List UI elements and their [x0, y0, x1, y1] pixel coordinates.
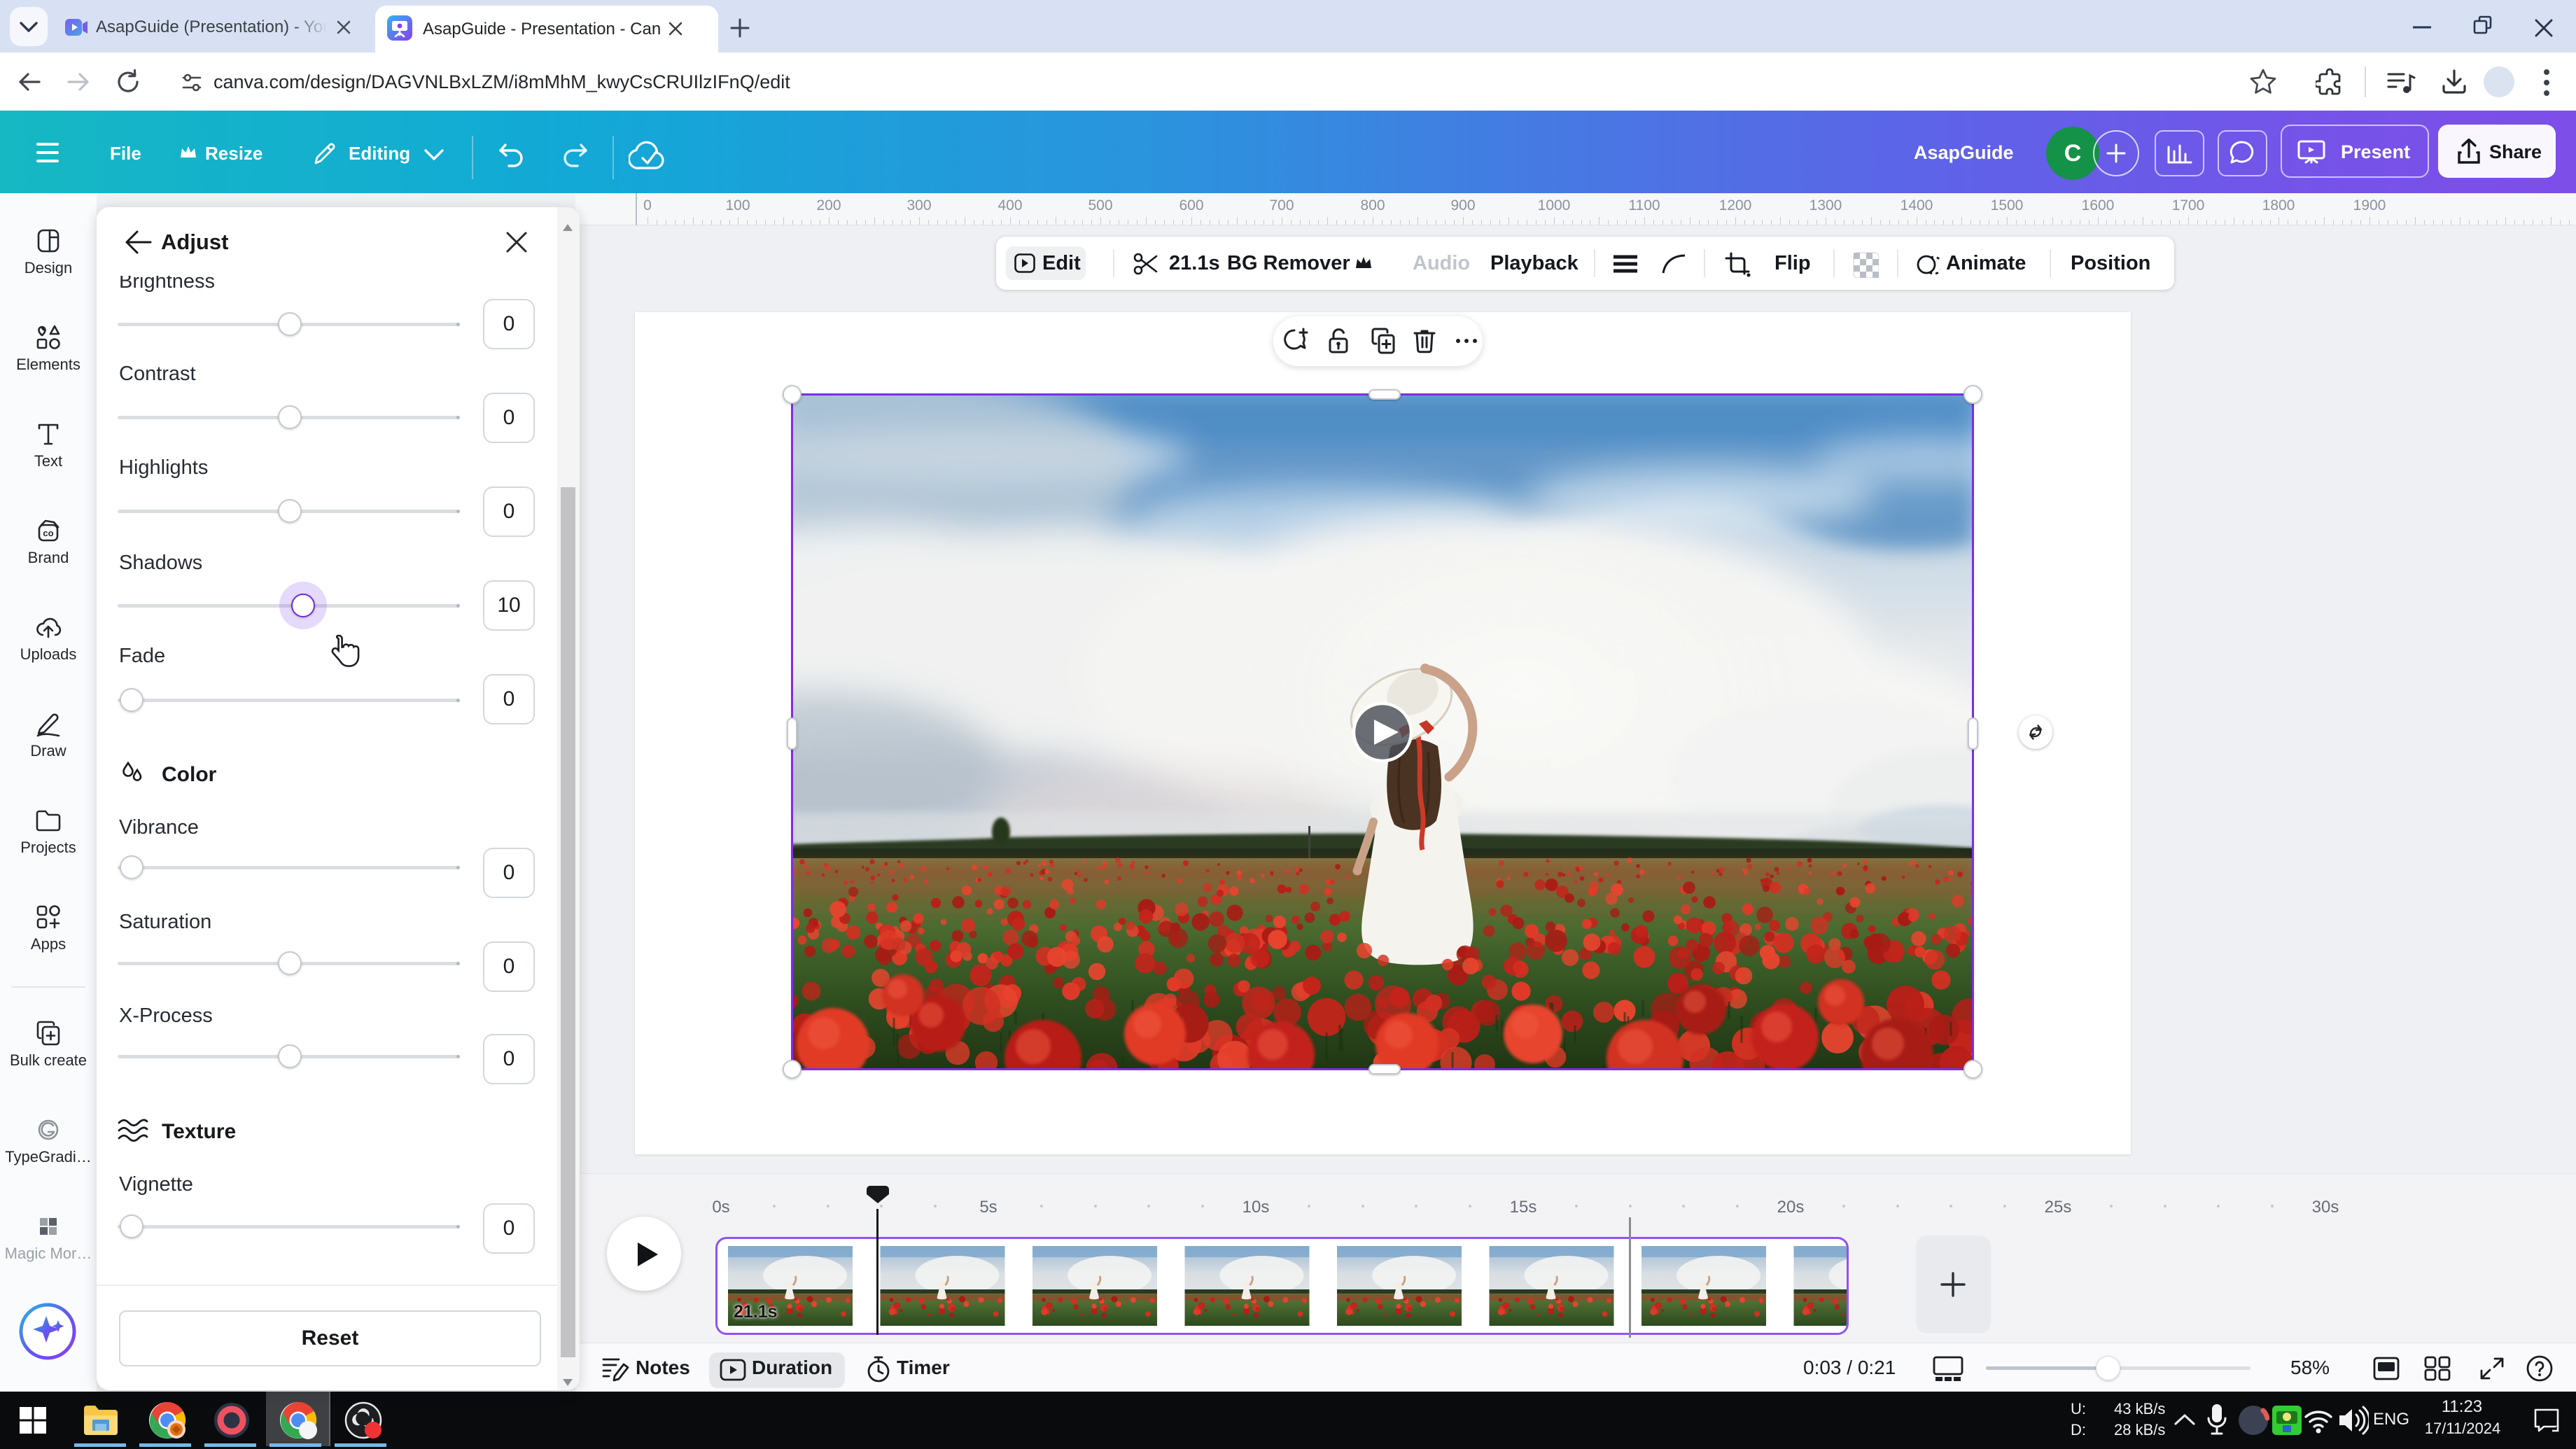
svg-text:co: co	[43, 528, 53, 538]
